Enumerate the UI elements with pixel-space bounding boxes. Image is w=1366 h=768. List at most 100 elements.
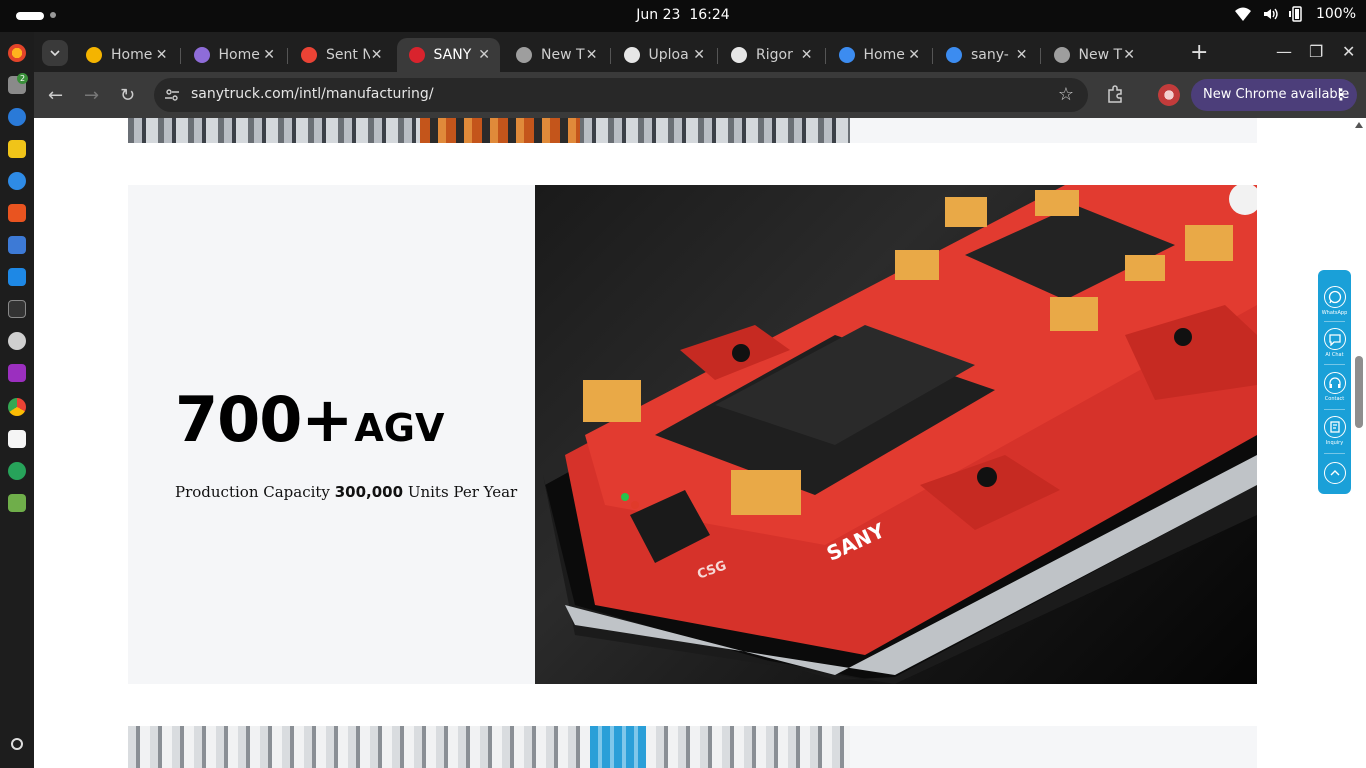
tab-title: SANY: [433, 47, 472, 63]
capacity-value: 300,000: [334, 483, 404, 501]
tab-9[interactable]: sany- ✕: [934, 38, 1038, 72]
chrome-icon[interactable]: [8, 398, 26, 416]
tab-favicon-icon: [86, 47, 102, 63]
trash-icon[interactable]: [8, 494, 26, 512]
forward-button[interactable]: →: [84, 85, 99, 106]
agv-illustration: [543, 185, 1257, 684]
tab-8[interactable]: Home ✕: [827, 38, 931, 72]
maximize-button[interactable]: ❐: [1309, 42, 1323, 61]
agv-vehicle-image: SANY CSG: [535, 185, 1257, 684]
menu-kebab-icon[interactable]: ⋮: [1333, 79, 1349, 111]
close-window-button[interactable]: ✕: [1342, 42, 1355, 61]
system-top-bar: Jun 23 16:24 100%: [0, 0, 1366, 32]
tab-2[interactable]: Home ✕: [182, 38, 286, 72]
firefox-icon[interactable]: [8, 44, 26, 62]
tab-separator: [1039, 48, 1041, 64]
tab-10[interactable]: New T ✕: [1042, 38, 1146, 72]
tab-close-icon[interactable]: ✕: [693, 47, 705, 63]
tab-close-icon[interactable]: ✕: [1016, 47, 1028, 63]
next-feature-card: [128, 726, 1257, 768]
scrollbar-thumb[interactable]: [1355, 356, 1363, 428]
capacity-text: Production Capacity 300,000 Units Per Ye…: [175, 483, 517, 501]
tab-favicon-icon: [408, 47, 425, 63]
update-label: New Chrome available: [1203, 87, 1350, 102]
system-clock[interactable]: Jun 23 16:24: [0, 7, 1366, 23]
system-date: Jun 23: [636, 7, 681, 23]
chevron-down-icon: [50, 50, 60, 56]
tab-search-button[interactable]: [42, 40, 68, 66]
tab-close-icon[interactable]: ✕: [1123, 47, 1135, 63]
tab-7[interactable]: Rigor ✕: [719, 38, 823, 72]
vscode-icon[interactable]: [8, 268, 26, 286]
ai-chat-label: AI Chat: [1325, 352, 1344, 358]
notification-badge: 2: [17, 73, 28, 84]
rhythmbox-icon[interactable]: [8, 140, 26, 158]
url-text: sanytruck.com/intl/manufacturing/: [191, 86, 434, 102]
tab-close-icon[interactable]: ✕: [156, 47, 168, 63]
show-apps-icon[interactable]: [11, 738, 23, 750]
factory-line-image: [128, 118, 850, 143]
chrome-update-button[interactable]: New Chrome available ⋮: [1191, 79, 1357, 111]
inquiry-icon: [1329, 421, 1340, 433]
settings-icon[interactable]: [8, 332, 26, 350]
tab-favicon-icon: [838, 47, 855, 63]
capacity-suffix: Units Per Year: [407, 483, 518, 501]
tab-4[interactable]: SANY ✕: [396, 38, 500, 72]
wifi-icon: [1234, 7, 1251, 21]
site-info-icon[interactable]: [164, 87, 180, 103]
tab-5[interactable]: New T ✕: [504, 38, 608, 72]
chat-icon: [1328, 334, 1341, 346]
browser-tab-strip: Home ✕ Home ✕ Sent N ✕ SANY ✕ New T ✕ Uploa ✕ Rigor ✕…: [34, 32, 1366, 72]
chat-app-icon[interactable]: [8, 462, 26, 480]
tab-6[interactable]: Uploa ✕: [612, 38, 716, 72]
tab-close-icon[interactable]: ✕: [263, 47, 275, 63]
tab-1[interactable]: Home ✕: [74, 38, 178, 72]
tab-title: New T: [541, 47, 585, 63]
agv-stat: 700+AGV: [175, 383, 444, 456]
text-editor-icon[interactable]: [8, 236, 26, 254]
browser-toolbar: ← → ↻ sanytruck.com/intl/manufacturing/ …: [34, 72, 1366, 118]
volume-icon: [1263, 8, 1278, 20]
terminal-icon[interactable]: [8, 300, 26, 318]
bookmark-star-icon[interactable]: ☆: [1058, 84, 1074, 105]
tab-title: New T: [1078, 47, 1123, 63]
chevron-up-icon: [1330, 470, 1339, 476]
back-button[interactable]: ←: [48, 85, 63, 106]
tab-close-icon[interactable]: ✕: [586, 47, 598, 63]
reload-button[interactable]: ↻: [120, 85, 135, 106]
calendar-icon[interactable]: [8, 430, 26, 448]
steel-structure-image: [128, 726, 850, 768]
ai-chat-button[interactable]: AI Chat: [1318, 328, 1351, 358]
page-scrollbar[interactable]: [1352, 118, 1366, 768]
scroll-up-arrow[interactable]: [1355, 122, 1363, 128]
tab-close-icon[interactable]: ✕: [478, 47, 490, 63]
back-to-top-button[interactable]: [1318, 462, 1351, 486]
tab-close-icon[interactable]: ✕: [908, 47, 920, 63]
tab-favicon-icon: [946, 47, 962, 63]
contact-button[interactable]: Contact: [1318, 372, 1351, 402]
inquiry-label: Inquiry: [1325, 440, 1344, 446]
tab-3[interactable]: Sent N ✕: [289, 38, 393, 72]
help-icon[interactable]: [8, 172, 26, 190]
tab-close-icon[interactable]: ✕: [801, 47, 813, 63]
tab-favicon-icon: [301, 47, 317, 63]
minimize-button[interactable]: —: [1276, 42, 1292, 61]
media-player-icon[interactable]: [8, 364, 26, 382]
new-tab-button[interactable]: +: [1190, 40, 1208, 65]
extensions-icon[interactable]: [1106, 84, 1126, 104]
tab-title: sany-: [971, 47, 1009, 63]
tab-title: Home: [111, 47, 153, 63]
inquiry-button[interactable]: Inquiry: [1318, 416, 1351, 446]
stat-number: 700+: [175, 383, 353, 456]
contact-label: Contact: [1324, 396, 1345, 402]
profile-avatar[interactable]: [1158, 84, 1180, 106]
whatsapp-button[interactable]: WhatsApp: [1318, 286, 1351, 316]
thunderbird-icon[interactable]: [8, 108, 26, 126]
contact-side-widget: WhatsApp AI Chat Contact Inquiry: [1318, 270, 1351, 494]
address-bar[interactable]: sanytruck.com/intl/manufacturing/ ☆: [154, 78, 1088, 112]
stat-unit: AGV: [354, 406, 445, 450]
tab-close-icon[interactable]: ✕: [371, 47, 383, 63]
software-store-icon[interactable]: [8, 204, 26, 222]
tab-favicon-icon: [623, 47, 640, 63]
system-tray[interactable]: 100%: [1234, 6, 1356, 22]
